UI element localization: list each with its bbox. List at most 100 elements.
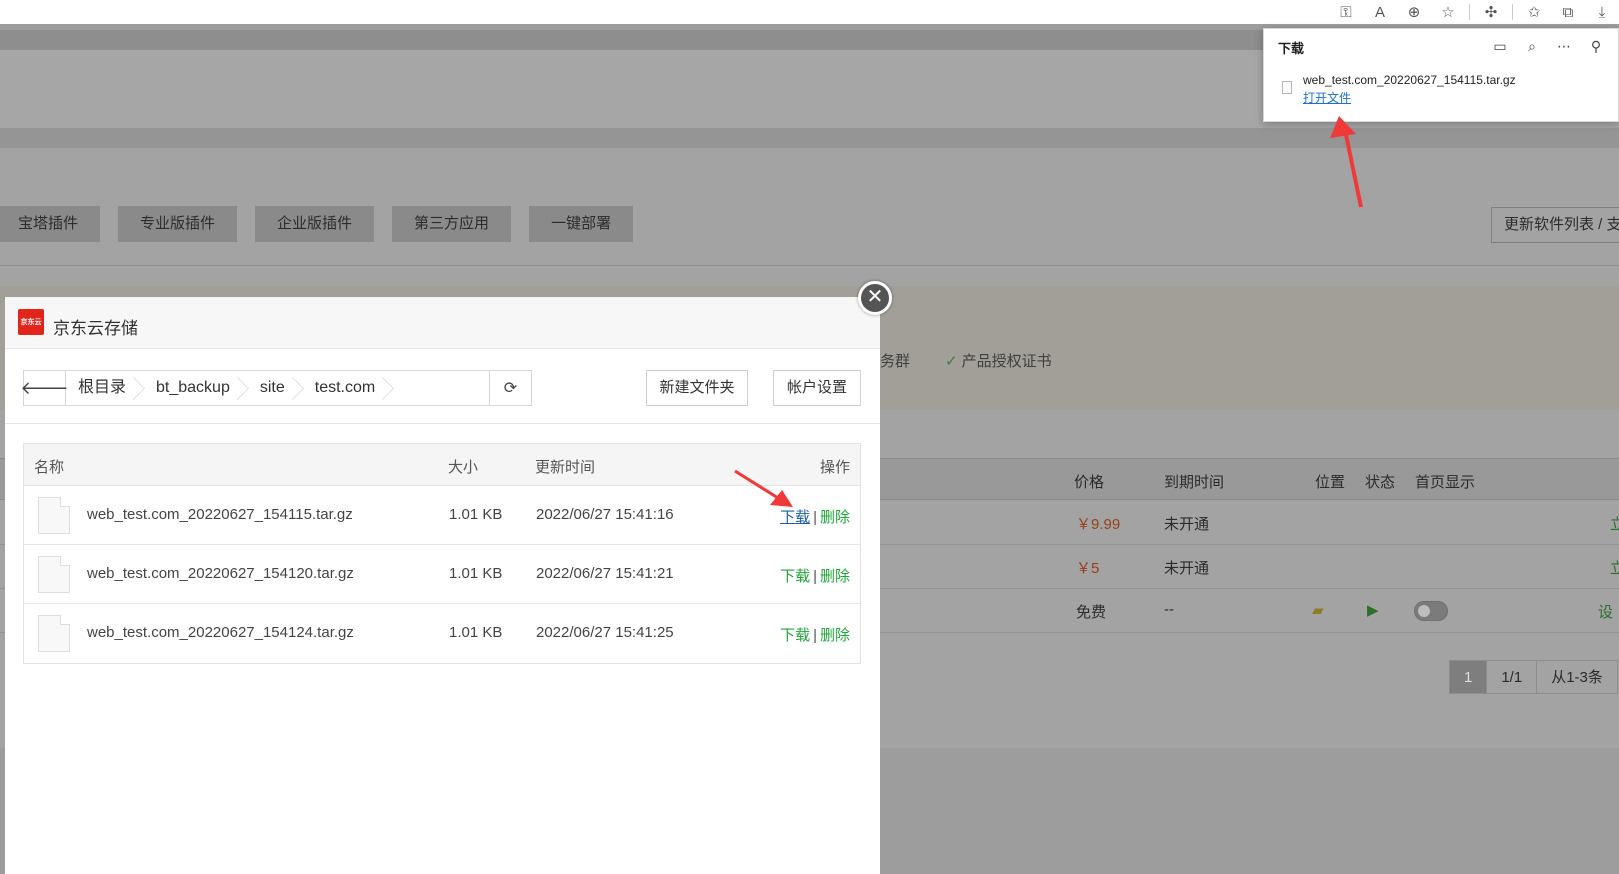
favorite-add-icon[interactable]: ☆ xyxy=(1431,0,1465,24)
delete-link[interactable]: 删除 xyxy=(820,568,850,585)
divider xyxy=(0,265,1619,266)
file-actions: 下载 | 删除 xyxy=(780,568,850,585)
close-icon[interactable]: ✕ xyxy=(858,281,892,315)
column-status: 状态 xyxy=(1365,474,1396,491)
downloads-title: 下载 xyxy=(1278,41,1305,56)
download-link[interactable]: 下载 xyxy=(780,509,810,526)
column-location: 位置 xyxy=(1315,474,1346,491)
pin-icon[interactable]: ⚲ xyxy=(1580,34,1612,58)
check-icon: ✓ xyxy=(945,353,958,370)
file-actions: 下载 | 删除 xyxy=(780,509,850,526)
key-icon[interactable]: ⚿ xyxy=(1329,0,1363,24)
breadcrumb-bt-backup[interactable]: bt_backup xyxy=(144,371,248,405)
new-folder-button[interactable]: 新建文件夹 xyxy=(646,370,748,406)
home-display-toggle[interactable] xyxy=(1414,601,1448,621)
file-icon xyxy=(38,556,70,593)
action-link[interactable]: 设 xyxy=(1598,601,1613,622)
open-folder-icon[interactable]: ▭ xyxy=(1484,34,1516,58)
toolbar-divider xyxy=(1512,4,1513,20)
price-cell: 免费 xyxy=(1076,604,1107,621)
downloads-icon[interactable]: ⤓ xyxy=(1585,0,1619,24)
page-range: 从1-3条 xyxy=(1536,660,1618,694)
download-link[interactable]: 下载 xyxy=(780,627,810,644)
breadcrumb-site[interactable]: site xyxy=(248,371,303,405)
price-cell: ￥5 xyxy=(1076,560,1100,577)
file-name: web_test.com_20220627_154124.tar.gz xyxy=(87,624,354,641)
expire-cell: 未开通 xyxy=(1164,560,1210,577)
browser-toolbar: ⚿ A ⊕ ☆ ✣ ✩ ⧉ ⤓ xyxy=(0,0,1619,24)
column-time: 更新时间 xyxy=(535,459,596,476)
tab-one-click-deploy[interactable]: 一键部署 xyxy=(529,206,634,242)
play-icon[interactable]: ▶ xyxy=(1367,601,1379,619)
dialog-title: 京东云存储 xyxy=(53,319,138,338)
table-row: web_test.com_20220627_154120.tar.gz 1.01… xyxy=(24,545,860,604)
browser-toolbar-icons: ⚿ A ⊕ ☆ ✣ ✩ ⧉ ⤓ xyxy=(1329,0,1619,24)
page-count: 1/1 xyxy=(1486,660,1538,694)
back-arrow-icon[interactable]: 🡐 xyxy=(20,371,69,405)
file-actions: 下载 | 删除 xyxy=(780,627,850,644)
favorites-icon[interactable]: ✩ xyxy=(1517,0,1551,24)
tab-third-party[interactable]: 第三方应用 xyxy=(392,206,512,242)
file-size: 1.01 KB xyxy=(449,506,503,523)
download-file-name[interactable]: web_test.com_20220627_154115.tar.gz xyxy=(1303,73,1516,87)
column-price: 价格 xyxy=(1074,474,1105,491)
folder-icon[interactable]: ▰ xyxy=(1312,601,1324,619)
tab-pro-plugins[interactable]: 专业版插件 xyxy=(118,206,238,242)
breadcrumb-test-com[interactable]: test.com xyxy=(303,371,393,405)
zoom-icon[interactable]: ⊕ xyxy=(1397,0,1431,24)
tab-bt-plugins[interactable]: 宝塔插件 xyxy=(0,206,101,242)
dialog-header: 京东云 京东云存储 xyxy=(5,297,880,349)
file-time: 2022/06/27 15:41:25 xyxy=(536,624,674,641)
page-current[interactable]: 1 xyxy=(1449,660,1488,694)
column-expire: 到期时间 xyxy=(1164,474,1225,491)
pagination: 1 1/1 从1-3条 xyxy=(1449,660,1618,694)
file-name: web_test.com_20220627_154120.tar.gz xyxy=(87,565,354,582)
column-ops: 操作 xyxy=(819,459,850,476)
file-time: 2022/06/27 15:41:16 xyxy=(536,506,674,523)
breadcrumb: 🡐 根目录 bt_backup site test.com ⟳ xyxy=(20,370,532,406)
file-icon xyxy=(1282,81,1292,94)
delete-link[interactable]: 删除 xyxy=(820,627,850,644)
feature-item: ✓ 产品授权证书 xyxy=(945,353,1052,370)
software-category-tabs: 宝塔插件 专业版插件 企业版插件 第三方应用 一键部署 xyxy=(0,206,651,242)
delete-link[interactable]: 删除 xyxy=(820,509,850,526)
file-size: 1.01 KB xyxy=(449,565,503,582)
breadcrumb-root[interactable]: 根目录 xyxy=(66,371,144,405)
cloud-storage-dialog: 京东云 京东云存储 🡐 根目录 bt_backup site test.com … xyxy=(5,297,880,874)
table-row: web_test.com_20220627_154115.tar.gz 1.01… xyxy=(24,486,860,545)
background-band xyxy=(0,128,1619,148)
column-home-display: 首页显示 xyxy=(1415,474,1476,491)
table-row: web_test.com_20220627_154124.tar.gz 1.01… xyxy=(24,604,860,663)
feature-item: 务群 xyxy=(880,353,911,370)
collections-icon[interactable]: ⧉ xyxy=(1551,0,1585,24)
download-link[interactable]: 下载 xyxy=(780,568,810,585)
jd-cloud-logo-icon: 京东云 xyxy=(18,309,44,335)
file-name: web_test.com_20220627_154115.tar.gz xyxy=(87,506,353,523)
open-file-link[interactable]: 打开文件 xyxy=(1303,89,1351,106)
search-icon[interactable]: ⌕ xyxy=(1516,34,1548,58)
price-cell: ￥9.99 xyxy=(1076,516,1121,533)
tab-enterprise-plugins[interactable]: 企业版插件 xyxy=(255,206,375,242)
read-aloud-icon[interactable]: A xyxy=(1363,0,1397,24)
more-options-icon[interactable]: ⋯ xyxy=(1548,34,1580,58)
column-name: 名称 xyxy=(34,459,65,476)
expire-cell: -- xyxy=(1164,601,1174,618)
downloads-panel: 下载 ▭ ⌕ ⋯ ⚲ web_test.com_20220627_154115.… xyxy=(1263,28,1619,122)
downloads-toolbar: ▭ ⌕ ⋯ ⚲ xyxy=(1484,34,1612,58)
file-table: 名称 大小 更新时间 操作 web_test.com_20220627_1541… xyxy=(23,443,861,664)
column-size: 大小 xyxy=(448,459,479,476)
divider xyxy=(5,423,880,424)
account-settings-button[interactable]: 帐户设置 xyxy=(773,370,861,406)
action-link[interactable]: 立 xyxy=(1610,557,1619,578)
file-icon xyxy=(38,615,70,652)
action-link[interactable]: 立 xyxy=(1610,513,1619,534)
breadcrumb-path-field[interactable] xyxy=(393,371,489,405)
file-size: 1.01 KB xyxy=(449,624,503,641)
toolbar-divider xyxy=(1469,4,1470,20)
refresh-icon[interactable]: ⟳ xyxy=(489,371,531,405)
update-software-list-button[interactable]: 更新软件列表 / 支 xyxy=(1491,207,1619,243)
file-time: 2022/06/27 15:41:21 xyxy=(536,565,674,582)
file-icon xyxy=(38,497,70,534)
expire-cell: 未开通 xyxy=(1164,516,1210,533)
extensions-icon[interactable]: ✣ xyxy=(1474,0,1508,24)
